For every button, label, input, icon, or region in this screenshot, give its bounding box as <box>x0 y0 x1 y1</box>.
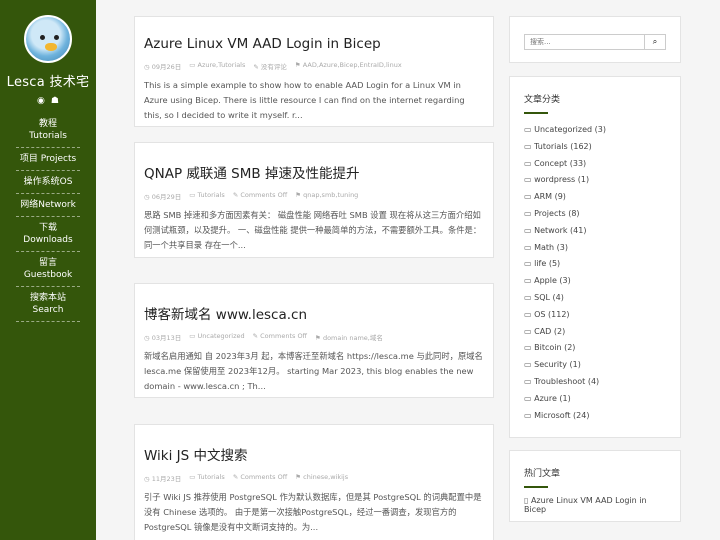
category-item[interactable]: Security (1) <box>524 357 666 374</box>
rss-icon[interactable]: ◉ <box>37 96 45 106</box>
post-card: Wiki JS 中文搜索 11月23日 Tutorials Comments O… <box>134 424 494 540</box>
post-date: 11月23日 <box>144 473 182 483</box>
nav-item-os[interactable]: 操作系统OS <box>16 171 80 194</box>
social-links: ◉ ☗ <box>0 96 96 106</box>
category-item[interactable]: Concept (33) <box>524 156 666 173</box>
nav-item-search[interactable]: 搜索本站 Search <box>16 287 80 322</box>
post-category[interactable]: Uncategorized <box>189 332 245 342</box>
post-meta: 11月23日 Tutorials Comments Off chinese,wi… <box>144 473 484 483</box>
post-excerpt: 新域名启用通知 自 2023年3月 起，本博客迁至新域名 https://les… <box>144 351 483 391</box>
post-title[interactable]: Wiki JS 中文搜索 <box>144 444 484 464</box>
hot-post-item[interactable]: Azure Linux VM AAD Login in Bicep <box>524 496 666 514</box>
post-excerpt: 思路 SMB 掉速和多方面因素有关： 磁盘性能 网络吞吐 SMB 设置 现在将从… <box>144 210 482 250</box>
category-item[interactable]: Projects (8) <box>524 206 666 223</box>
nav-item-tutorials[interactable]: 教程 Tutorials <box>16 118 80 148</box>
post-comments[interactable]: Comments Off <box>233 191 287 201</box>
nav-item-projects[interactable]: 项目 Projects <box>16 148 80 171</box>
category-item[interactable]: Tutorials (162) <box>524 139 666 156</box>
avatar[interactable] <box>24 15 72 63</box>
category-list: Uncategorized (3) Tutorials (162) Concep… <box>524 122 666 424</box>
category-item[interactable]: SQL (4) <box>524 290 666 307</box>
categories-title: 文章分类 <box>524 95 561 105</box>
category-item[interactable]: CAD (2) <box>524 324 666 341</box>
hot-post-list: Azure Linux VM AAD Login in Bicep <box>524 496 666 514</box>
post-tags[interactable]: qnap,smb,tuning <box>295 191 358 201</box>
search-button[interactable]: ⌕ <box>644 34 666 50</box>
post-comments[interactable]: Comments Off <box>233 473 287 483</box>
post-title[interactable]: 博客新域名 www.lesca.cn <box>144 303 484 323</box>
post-tags[interactable]: chinese,wikijs <box>295 473 348 483</box>
search-form: ⌕ <box>524 34 666 50</box>
post-excerpt: 引子 Wiki JS 推荐使用 PostgreSQL 作为默认数据库，但是其 P… <box>144 492 482 532</box>
search-input[interactable] <box>524 34 644 50</box>
post-category[interactable]: Tutorials <box>189 191 225 201</box>
post-tags[interactable]: AAD,Azure,Bicep,EntraID,linux <box>295 61 402 71</box>
site-title[interactable]: Lesca 技术宅 <box>0 71 96 90</box>
title-underline <box>524 486 548 488</box>
category-item[interactable]: Troubleshoot (4) <box>524 374 666 391</box>
category-item[interactable]: Apple (3) <box>524 273 666 290</box>
post-category[interactable]: Azure,Tutorials <box>189 61 246 71</box>
post-card: QNAP 威联通 SMB 掉速及性能提升 06月29日 Tutorials Co… <box>134 142 494 258</box>
post-tags[interactable]: domain name,域名 <box>315 332 383 342</box>
category-item[interactable]: OS (112) <box>524 307 666 324</box>
category-item[interactable]: life (5) <box>524 256 666 273</box>
post-date: 06月29日 <box>144 191 182 201</box>
nav-item-downloads[interactable]: 下载 Downloads <box>16 217 80 252</box>
post-category[interactable]: Tutorials <box>189 473 225 483</box>
category-item[interactable]: wordpress (1) <box>524 172 666 189</box>
post-comments[interactable]: Comments Off <box>253 332 307 342</box>
category-item[interactable]: Azure (1) <box>524 391 666 408</box>
post-title[interactable]: Azure Linux VM AAD Login in Bicep <box>144 36 484 52</box>
post-meta: 09月26日 Azure,Tutorials 没有评论 AAD,Azure,Bi… <box>144 61 484 71</box>
post-comments[interactable]: 没有评论 <box>253 61 287 71</box>
hot-posts-widget: 热门文章 Azure Linux VM AAD Login in Bicep <box>509 450 681 522</box>
post-meta: 06月29日 Tutorials Comments Off qnap,smb,t… <box>144 191 484 201</box>
github-icon[interactable]: ☗ <box>51 96 59 106</box>
nav-item-guestbook[interactable]: 留言 Guestbook <box>16 252 80 287</box>
search-widget: ⌕ <box>509 16 681 63</box>
hot-posts-title: 热门文章 <box>524 469 561 479</box>
category-item[interactable]: Bitcoin (2) <box>524 340 666 357</box>
title-underline <box>524 112 548 114</box>
post-date: 03月13日 <box>144 332 182 342</box>
post-excerpt: This is a simple example to show how to … <box>144 80 465 120</box>
category-item[interactable]: Uncategorized (3) <box>524 122 666 139</box>
category-item[interactable]: Network (41) <box>524 223 666 240</box>
categories-widget: 文章分类 Uncategorized (3) Tutorials (162) C… <box>509 76 681 438</box>
category-item[interactable]: Microsoft (24) <box>524 408 666 425</box>
category-item[interactable]: Math (3) <box>524 240 666 257</box>
post-title[interactable]: QNAP 威联通 SMB 掉速及性能提升 <box>144 162 484 182</box>
category-item[interactable]: ARM (9) <box>524 189 666 206</box>
post-card: 博客新域名 www.lesca.cn 03月13日 Uncategorized … <box>134 283 494 398</box>
search-icon: ⌕ <box>652 37 658 46</box>
post-date: 09月26日 <box>144 61 182 71</box>
sidebar: Lesca 技术宅 ◉ ☗ 教程 Tutorials 项目 Projects 操作… <box>0 0 96 540</box>
post-card: Azure Linux VM AAD Login in Bicep 09月26日… <box>134 16 494 127</box>
nav-item-network[interactable]: 网络Network <box>16 194 80 217</box>
post-meta: 03月13日 Uncategorized Comments Off domain… <box>144 332 484 342</box>
main-nav: 教程 Tutorials 项目 Projects 操作系统OS 网络Network… <box>0 118 96 322</box>
